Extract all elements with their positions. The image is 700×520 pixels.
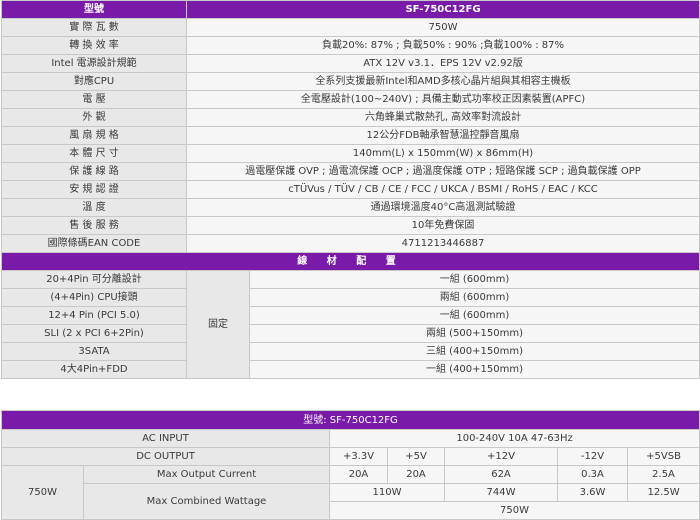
spec-row-value: 4711213446887 xyxy=(185,234,700,253)
spec-row: 保 護 線 路過電壓保護 OVP ; 過電流保護 OCP ; 過溫度保護 OTP… xyxy=(1,162,700,181)
combined-5vsb-value: 12.5W xyxy=(626,483,700,502)
spec-row: 實 際 瓦 數 750W xyxy=(1,18,700,37)
cable-row: 20+4Pin 可分離設計 固定 一組 (600mm) xyxy=(1,270,700,379)
spec-row: 外 觀六角蜂巢式散熱孔, 高效率對流設計 xyxy=(1,108,700,127)
rail-label: -12V xyxy=(557,447,628,466)
cable-row: SLI (2 x PCI 6+2Pin) 兩組 (500+150mm) xyxy=(1,324,700,343)
spec-row-label: 保 護 線 路 xyxy=(1,162,187,181)
cable-value: 一組 (600mm) xyxy=(248,306,700,325)
spec-row-value: 六角蜂巢式散熱孔, 高效率對流設計 xyxy=(185,108,700,127)
total-wattage-value: 750W xyxy=(328,501,700,520)
spec-row-value: 負載20%: 87% ; 負載50% : 90% ;負載100% : 87% xyxy=(185,36,700,55)
spec-header-row: 型號 SF-750C12FG xyxy=(1,0,700,19)
ac-input-row: AC INPUT 100-240V 10A 47-63Hz xyxy=(1,429,700,448)
spec-row-label: Intel 電源設計規範 xyxy=(1,54,187,73)
dc-output-label: DC OUTPUT xyxy=(1,447,330,466)
cable-value: 兩組 (600mm) xyxy=(248,288,700,307)
spec-row: 溫 度通過環境溫度40°C高溫測試驗證 xyxy=(1,198,700,217)
cable-label: (4+4Pin) CPU接頭 xyxy=(1,288,187,307)
spec-row-label: 電 壓 xyxy=(1,90,187,109)
spec-row: 售 後 服 務 10年免費保固 xyxy=(1,216,700,235)
cable-row: 4大4Pin+FDD 一組 (400+150mm) xyxy=(1,360,700,379)
combined-n12-value: 3.6W xyxy=(557,483,628,502)
rail-label: +12V xyxy=(444,447,558,466)
spec-row: 安 規 認 證 cTÜVus / TÜV / CB / CE / FCC / UK… xyxy=(1,180,700,199)
cable-value: 一組 (600mm) xyxy=(248,270,700,289)
cable-label: 3SATA xyxy=(1,342,187,361)
spec-row-label: 溫 度 xyxy=(1,198,187,217)
max-current-value: 20A xyxy=(387,465,445,484)
cable-label: 20+4Pin 可分離設計 xyxy=(1,270,187,289)
spec-row: 本 體 尺 寸 140mm(L) x 150mm(W) x 86mm(H) xyxy=(1,144,700,163)
spec-row: 對應CPU 全系列支援最新Intel和AMD多核心晶片組與其相容主機板 xyxy=(1,72,700,91)
spec-row: 風 扇 規 格 12公分FDB軸承智慧溫控靜音風扇 xyxy=(1,126,700,145)
spec-row-label: 本 體 尺 寸 xyxy=(1,144,187,163)
max-current-value: 2.5A xyxy=(626,465,700,484)
cable-group-label: 固定 xyxy=(186,270,250,379)
cable-value: 一組 (400+150mm) xyxy=(248,360,700,379)
spec-row-value: ATX 12V v3.1．EPS 12V v2.92版 xyxy=(185,54,700,73)
cable-row: 12+4 Pin (PCI 5.0) 一組 (600mm) xyxy=(1,306,700,325)
model-header-value: SF-750C12FG xyxy=(185,0,700,19)
combined-wattage-row: Max Combined Wattage 110W 744W 3.6W 12.5… xyxy=(2,483,700,520)
spec-row: 電 壓全電壓設計(100~240V) ; 具備主動式功率校正因素裝置(APFC) xyxy=(1,90,700,109)
ac-input-label: AC INPUT xyxy=(1,429,330,448)
wattage-label: 750W xyxy=(1,465,84,520)
cable-value: 三組 (400+150mm) xyxy=(248,342,700,361)
rail-label: +5VSB xyxy=(626,447,700,466)
spec-row: Intel 電源設計規範 ATX 12V v3.1．EPS 12V v2.92版 xyxy=(1,54,700,73)
spec-row-value: 全電壓設計(100~240V) ; 具備主動式功率校正因素裝置(APFC) xyxy=(185,90,700,109)
max-current-value: 20A xyxy=(329,465,388,484)
psu-title-row: 型號: SF-750C12FG xyxy=(0,410,700,430)
spec-row: 國際條碼EAN CODE 4711213446887 xyxy=(1,234,700,253)
spec-row-value: 過電壓保護 OVP ; 過電流保護 OCP ; 過溫度保護 OTP ; 短路保護… xyxy=(185,162,700,181)
combined-wattage-label: Max Combined Wattage xyxy=(83,483,330,520)
cable-section-title: 線 材 配 置 xyxy=(0,252,700,271)
ac-input-value: 100-240V 10A 47-63Hz xyxy=(328,429,700,448)
psu-output-table: 型號: SF-750C12FG AC INPUT 100-240V 10A 47… xyxy=(0,410,700,520)
max-current-row: 750W Max Output Current 20A 20A 62A 0.3A… xyxy=(1,465,700,520)
spec-row-value: 10年免費保固 xyxy=(185,216,700,235)
rail-label: +5V xyxy=(387,447,445,466)
spec-row-value: 750W xyxy=(185,18,700,37)
spec-table: 型號 SF-750C12FG 實 際 瓦 數 750W 轉 換 效 率負載20%: … xyxy=(0,0,700,379)
psu-title: 型號: SF-750C12FG xyxy=(0,410,700,430)
rail-label: +3.3V xyxy=(329,447,388,466)
combined-33-5-value: 110W xyxy=(329,483,445,502)
spec-row-label: 安 規 認 證 xyxy=(1,180,187,199)
cable-label: 12+4 Pin (PCI 5.0) xyxy=(1,306,187,325)
spec-rows: 實 際 瓦 數 750W 轉 換 效 率負載20%: 87% ; 負載50% : 9… xyxy=(1,18,700,253)
spec-row-label: 售 後 服 務 xyxy=(1,216,187,235)
spec-row-label: 轉 換 效 率 xyxy=(1,36,187,55)
spec-row-label: 實 際 瓦 數 xyxy=(1,18,187,37)
spec-row-value: cTÜVus / TÜV / CB / CE / FCC / UKCA / BS… xyxy=(185,180,700,199)
spec-row-label: 對應CPU xyxy=(1,72,187,91)
spec-row-label: 風 扇 規 格 xyxy=(1,126,187,145)
cable-label: 4大4Pin+FDD xyxy=(1,360,187,379)
combined-12-value: 744W xyxy=(444,483,558,502)
spec-row-value: 通過環境溫度40°C高溫測試驗證 xyxy=(185,198,700,217)
max-current-value: 62A xyxy=(444,465,558,484)
spec-row-value: 全系列支援最新Intel和AMD多核心晶片組與其相容主機板 xyxy=(185,72,700,91)
spec-row-label: 外 觀 xyxy=(1,108,187,127)
spec-row-value: 140mm(L) x 150mm(W) x 86mm(H) xyxy=(185,144,700,163)
cable-label: SLI (2 x PCI 6+2Pin) xyxy=(1,324,187,343)
cable-section-row: 線 材 配 置 xyxy=(0,252,700,271)
cable-row: 3SATA 三組 (400+150mm) xyxy=(1,342,700,361)
cable-value: 兩組 (500+150mm) xyxy=(248,324,700,343)
cable-row: (4+4Pin) CPU接頭 兩組 (600mm) xyxy=(1,288,700,307)
model-header-label: 型號 xyxy=(1,0,187,19)
max-current-label: Max Output Current xyxy=(83,465,330,484)
spec-row-value: 12公分FDB軸承智慧溫控靜音風扇 xyxy=(185,126,700,145)
spec-row: 轉 換 效 率負載20%: 87% ; 負載50% : 90% ;負載100% … xyxy=(1,36,700,55)
dc-output-row: DC OUTPUT +3.3V +5V +12V -12V +5VSB xyxy=(1,447,700,466)
spec-row-label: 國際條碼EAN CODE xyxy=(1,234,187,253)
cable-rows: 20+4Pin 可分離設計 固定 一組 (600mm) (4+4Pin) CPU接頭兩… xyxy=(1,270,700,379)
max-current-value: 0.3A xyxy=(557,465,628,484)
